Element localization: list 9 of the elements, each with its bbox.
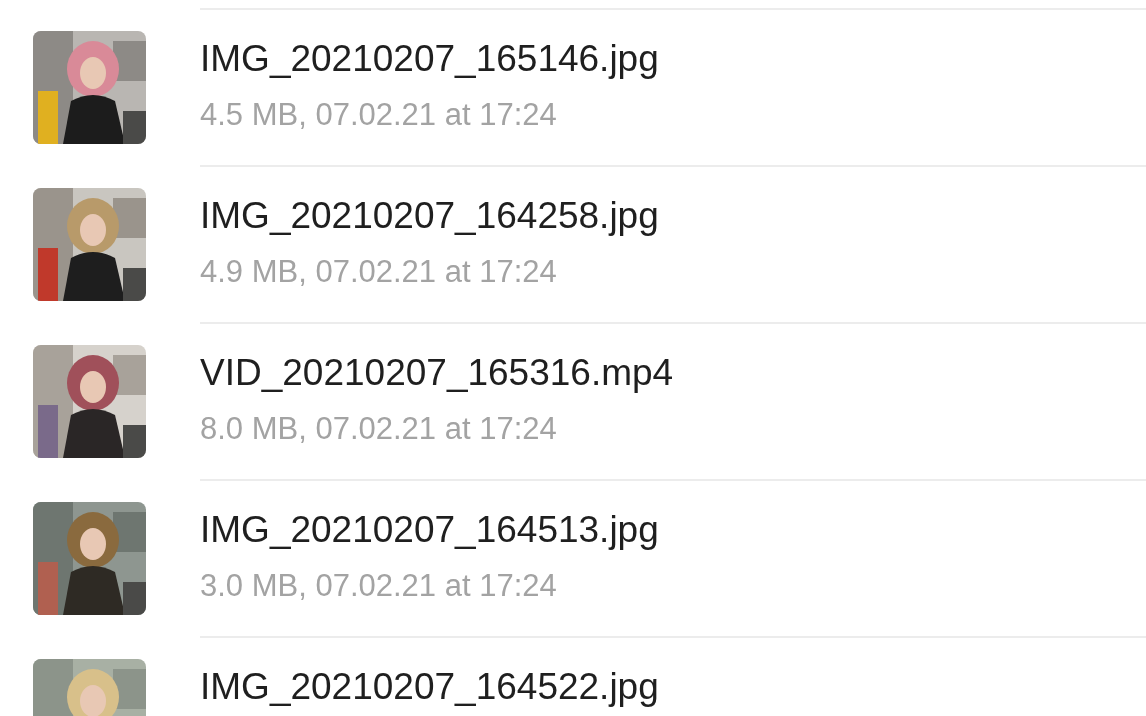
- file-name: IMG_20210207_165146.jpg: [200, 37, 659, 81]
- file-details: 4.9 MB, 07.02.21 at 17:24: [200, 253, 558, 291]
- file-details: 8.0 MB, 07.02.21 at 17:24: [200, 410, 558, 448]
- file-name: VID_20210207_165316.mp4: [200, 351, 674, 395]
- file-name: IMG_20210207_164513.jpg: [200, 508, 659, 552]
- file-details: 4.5 MB, 07.02.21 at 17:24: [200, 96, 558, 134]
- file-details: 3.0 MB, 07.02.21 at 17:24: [200, 567, 558, 605]
- file-name: IMG_20210207_164258.jpg: [200, 194, 659, 238]
- file-name: IMG_20210207_164522.jpg: [200, 665, 659, 709]
